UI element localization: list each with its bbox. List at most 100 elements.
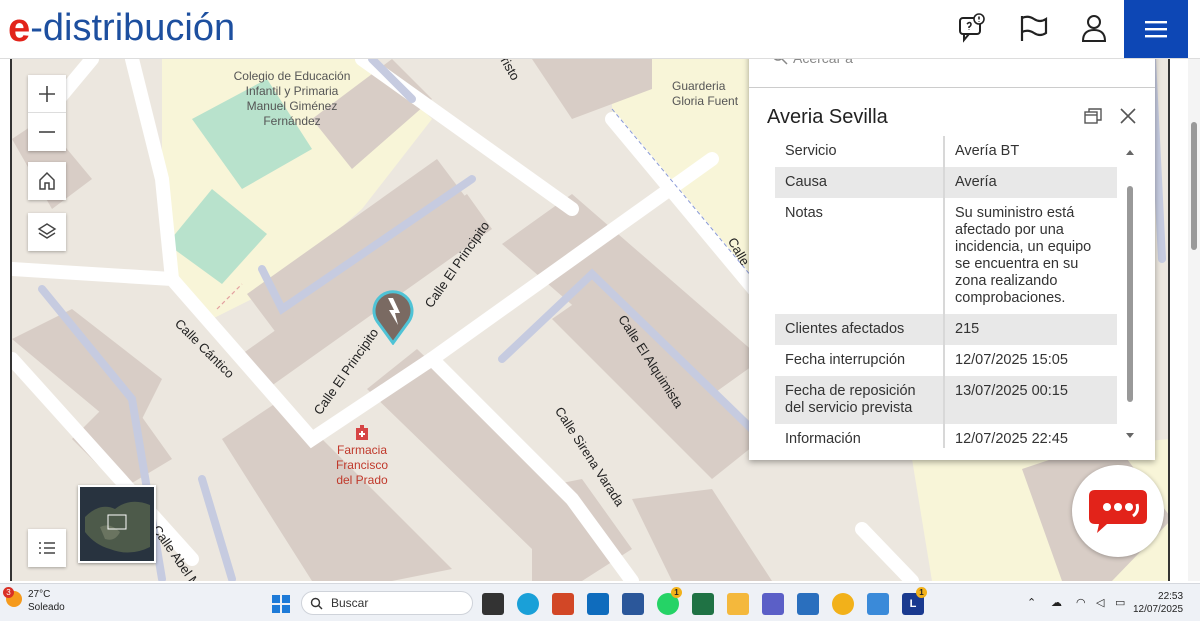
volume-icon[interactable]: ◁ [1096, 596, 1104, 609]
row-value: 12/07/2025 15:05 [955, 352, 1068, 368]
school-label: Colegio de Educación Infantil y Primaria… [212, 69, 372, 129]
layers-control [28, 213, 66, 251]
chevron-up-icon[interactable]: ⌃ [1027, 596, 1036, 609]
windows-taskbar: 3 27°C Soleado Buscar 1 L 1 ⌃ ☁ ◠ ◁ ▭ 22… [0, 583, 1200, 621]
layers-button[interactable] [28, 213, 66, 251]
whatsapp-badge: 1 [671, 587, 682, 598]
table-row: Causa Avería [775, 167, 1117, 198]
row-key: Causa [775, 167, 945, 198]
row-value: Su suministro está afectado por una inci… [955, 205, 1092, 306]
chatbot-button[interactable] [1072, 465, 1164, 557]
popup-scrollbar[interactable] [1123, 146, 1137, 442]
word-icon[interactable] [622, 593, 644, 615]
excel-icon[interactable] [692, 593, 714, 615]
row-value: 13/07/2025 00:15 [955, 383, 1068, 399]
powerpoint-icon[interactable] [552, 593, 574, 615]
whatsapp-icon[interactable]: 1 [657, 587, 682, 615]
row-key: Fecha de reposición del servicio previst… [775, 376, 945, 424]
whiteboard-icon[interactable] [797, 593, 819, 615]
home-control [28, 162, 66, 200]
battery-icon[interactable]: ▭ [1115, 596, 1125, 609]
l-app-letter: L [909, 598, 917, 610]
weather-badge: 3 [3, 587, 14, 598]
task-view-icon[interactable] [482, 593, 504, 615]
sun-icon: 3 [3, 587, 22, 607]
row-key: Servicio [775, 136, 945, 167]
dock-icon [1084, 108, 1102, 124]
page-scroll-thumb[interactable] [1191, 122, 1197, 250]
pharmacy-label-text: Farmacia Francisco del Prado [335, 443, 388, 487]
row-key: Notas [775, 198, 945, 314]
home-button[interactable] [28, 162, 66, 200]
list-control [28, 529, 66, 567]
file-explorer-icon[interactable] [727, 593, 749, 615]
clock-date: 12/07/2025 [1133, 604, 1184, 615]
zoom-out-icon [39, 131, 55, 133]
scroll-down-icon [1126, 433, 1134, 438]
taskbar-clock[interactable]: 22:53 12/07/2025 [1133, 590, 1183, 616]
list-button[interactable] [28, 529, 66, 567]
table-row: Clientes afectados 215 [775, 314, 1117, 345]
table-row: Fecha de reposición del servicio previst… [775, 376, 1117, 424]
table-row: Información 12/07/2025 22:45 [775, 424, 1117, 448]
flag-icon[interactable] [1016, 10, 1052, 46]
clock-time: 22:53 [1158, 591, 1184, 602]
taskbar-search[interactable]: Buscar [301, 591, 473, 615]
weather-widget[interactable]: 3 27°C Soleado [3, 587, 65, 614]
close-icon [1120, 108, 1136, 124]
teams-icon[interactable] [762, 593, 784, 615]
weather-description: Soleado [28, 602, 65, 613]
logo-text: -distribución [30, 6, 236, 49]
zoom-in-button[interactable] [28, 75, 66, 113]
app-header: e -distribución [0, 0, 1200, 59]
cloud-icon[interactable]: ☁ [1051, 596, 1062, 609]
table-row: Notas Su suministro está afectado por una… [775, 198, 1117, 314]
row-key: Clientes afectados [775, 314, 945, 345]
dock-button[interactable] [1081, 104, 1105, 128]
attribute-table: Servicio Avería BT Causa Avería Notas Su su… [775, 136, 1117, 448]
scroll-up-icon [1126, 150, 1134, 155]
row-value: 12/07/2025 22:45 [955, 431, 1068, 447]
e-distribucion-logo[interactable]: e -distribución [8, 5, 235, 50]
school-label-text: Colegio de Educación Infantil y Primaria… [233, 69, 351, 128]
temperature: 27°C [28, 589, 51, 600]
pharmacy-label: Farmacia Francisco del Prado [322, 425, 402, 488]
chat-alert-icon[interactable] [954, 10, 990, 46]
wifi-icon[interactable]: ◠ [1076, 596, 1086, 609]
home-icon [39, 171, 55, 190]
menu-button[interactable] [1124, 0, 1188, 58]
popup-scroll-thumb[interactable] [1127, 186, 1133, 402]
minimap-image [80, 487, 154, 561]
table-row: Fecha interrupción 12/07/2025 15:05 [775, 345, 1117, 376]
overview-minimap[interactable] [78, 485, 156, 563]
outage-marker[interactable] [371, 287, 415, 350]
start-button[interactable] [270, 593, 292, 615]
l-app-badge: 1 [916, 587, 927, 598]
page-scrollbar[interactable] [1188, 59, 1200, 581]
popup-title: Averia Sevilla [767, 106, 888, 128]
search-label: Buscar [331, 596, 369, 610]
table-row: Servicio Avería BT [775, 136, 1117, 167]
user-icon[interactable] [1076, 10, 1112, 46]
chatbot-icon [1089, 490, 1147, 533]
daycare-label-text: Guarderia Gloria Fuent [672, 79, 739, 108]
help-icon[interactable] [832, 593, 854, 615]
lightning-marker-icon [372, 290, 414, 346]
incident-popup: Acercar a Averia Sevilla ServicioAvería … [749, 44, 1155, 460]
row-key: Fecha interrupción [775, 345, 945, 376]
windows-icon [272, 595, 290, 613]
search-icon [310, 597, 323, 609]
menu-icon [1145, 21, 1167, 38]
edge-icon[interactable] [517, 593, 539, 615]
calculator-icon[interactable] [867, 593, 889, 615]
l-app-icon[interactable]: L 1 [902, 587, 927, 615]
list-icon [39, 542, 55, 554]
row-value: 215 [955, 321, 980, 337]
row-value: Avería BT [955, 143, 1020, 159]
close-button[interactable] [1116, 104, 1140, 128]
zoom-out-button[interactable] [28, 113, 66, 151]
zoom-in-icon [39, 85, 55, 102]
layers-icon [37, 223, 57, 239]
outlook-icon[interactable] [587, 593, 609, 615]
logo-e: e [8, 5, 31, 50]
